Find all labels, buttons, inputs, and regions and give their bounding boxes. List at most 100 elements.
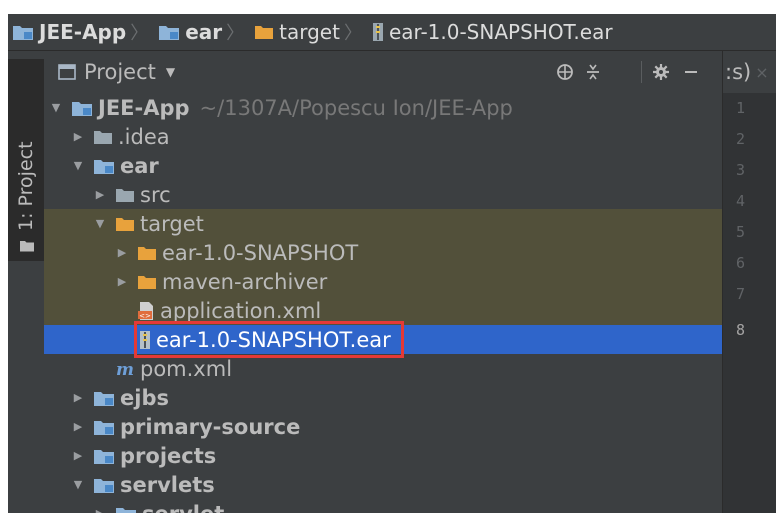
tree-row-application-xml[interactable]: ▶ <> application.xml bbox=[44, 296, 722, 325]
expanded-arrow-icon[interactable]: ▼ bbox=[71, 478, 85, 491]
tree-row-pom-xml[interactable]: ▶ m pom.xml bbox=[44, 354, 722, 383]
module-folder-icon bbox=[158, 23, 180, 41]
tree-item-label: .idea bbox=[118, 124, 170, 149]
tree-row-src[interactable]: ▶ src bbox=[44, 180, 722, 209]
tree-item-label: application.xml bbox=[160, 298, 322, 323]
expanded-arrow-icon[interactable]: ▼ bbox=[49, 101, 63, 114]
breadcrumb-label: JEE-App bbox=[39, 20, 127, 44]
tree-row-servlets[interactable]: ▼ servlets bbox=[44, 470, 722, 499]
collapsed-arrow-icon[interactable]: ▶ bbox=[71, 130, 85, 143]
tree-item-label: projects bbox=[120, 443, 217, 468]
tree-item-label: ear-1.0-SNAPSHOT.ear bbox=[156, 327, 391, 352]
breadcrumb-target[interactable]: target bbox=[250, 20, 340, 44]
breadcrumb-label: ear bbox=[185, 20, 223, 44]
project-panel-header: Project ▼ bbox=[44, 51, 722, 93]
expanded-arrow-icon[interactable]: ▼ bbox=[71, 159, 85, 172]
tree-row-ear-snapshot-folder[interactable]: ▶ ear-1.0-SNAPSHOT bbox=[44, 238, 722, 267]
navigation-bar: JEE-App 〉 ear 〉 target 〉 ear-1.0-SNAPSHO… bbox=[8, 14, 776, 51]
toolbar-divider bbox=[641, 61, 642, 83]
tree-row-primary-source[interactable]: ▶ primary-source bbox=[44, 412, 722, 441]
folder-icon bbox=[93, 129, 113, 145]
breadcrumb-label: ear-1.0-SNAPSHOT.ear bbox=[388, 20, 613, 44]
line-number: 5 bbox=[735, 223, 745, 241]
svg-text:m: m bbox=[116, 360, 134, 378]
tree-item-label: ejbs bbox=[120, 385, 169, 410]
module-folder-icon bbox=[93, 389, 115, 407]
collapsed-arrow-icon[interactable]: ▶ bbox=[115, 275, 129, 288]
project-panel: Project ▼ ▼ JEE-App ~/1307A/Popescu Ion/… bbox=[44, 51, 722, 513]
chevron-right-icon: 〉 bbox=[226, 23, 245, 44]
tree-item-label: maven-archiver bbox=[162, 269, 328, 294]
collapsed-arrow-icon[interactable]: ▶ bbox=[93, 188, 107, 201]
archive-icon bbox=[139, 330, 151, 350]
breadcrumb-jee-app[interactable]: JEE-App bbox=[8, 20, 126, 44]
view-selector[interactable]: Project bbox=[84, 60, 156, 84]
breadcrumb-ear[interactable]: ear bbox=[154, 20, 222, 44]
tree-item-label: pom.xml bbox=[140, 356, 233, 381]
module-folder-icon bbox=[12, 23, 34, 41]
excluded-folder-icon bbox=[137, 245, 157, 261]
tree-row-jee-app[interactable]: ▼ JEE-App ~/1307A/Popescu Ion/JEE-App bbox=[44, 93, 722, 122]
tree-item-label: JEE-App bbox=[98, 95, 190, 120]
collapsed-arrow-icon[interactable]: ▶ bbox=[71, 449, 85, 462]
tree-row-ejbs[interactable]: ▶ ejbs bbox=[44, 383, 722, 412]
module-folder-icon bbox=[93, 418, 115, 436]
breadcrumb-ear-file[interactable]: ear-1.0-SNAPSHOT.ear bbox=[368, 20, 613, 44]
module-folder-icon bbox=[93, 157, 115, 175]
collapsed-arrow-icon[interactable]: ▶ bbox=[93, 507, 107, 513]
tool-window-stripe: 1: Project bbox=[8, 51, 44, 513]
collapse-all-icon[interactable] bbox=[580, 59, 606, 85]
chevron-right-icon: 〉 bbox=[343, 23, 362, 44]
svg-text:<>: <> bbox=[139, 312, 151, 320]
tree-row-ear[interactable]: ▼ ear bbox=[44, 151, 722, 180]
annotation-highlight-box: ear-1.0-SNAPSHOT.ear bbox=[134, 321, 404, 358]
tree-row-ear-archive-selected[interactable]: ▶ ear-1.0-SNAPSHOT.ear bbox=[44, 321, 722, 358]
module-folder-icon bbox=[115, 505, 137, 513]
tree-row-idea[interactable]: ▶ .idea bbox=[44, 122, 722, 151]
project-tool-window-button[interactable]: 1: Project bbox=[8, 59, 44, 261]
module-folder-icon bbox=[93, 476, 115, 494]
line-number: 2 bbox=[735, 130, 745, 148]
line-number: 4 bbox=[735, 192, 745, 210]
tree-row-maven-archiver[interactable]: ▶ maven-archiver bbox=[44, 267, 722, 296]
tree-item-label: servlets bbox=[120, 472, 215, 497]
caret-down-icon[interactable]: ▼ bbox=[166, 65, 175, 79]
editor-tab[interactable]: :s) × bbox=[723, 51, 776, 93]
close-icon[interactable]: × bbox=[755, 63, 768, 82]
excluded-folder-icon bbox=[115, 216, 135, 232]
line-number: 6 bbox=[735, 254, 745, 272]
tree-row-projects[interactable]: ▶ projects bbox=[44, 441, 722, 470]
collapsed-arrow-icon[interactable]: ▶ bbox=[71, 420, 85, 433]
tree-item-label: ear-1.0-SNAPSHOT bbox=[162, 240, 359, 265]
tree-item-label: target bbox=[140, 211, 204, 236]
expanded-arrow-icon[interactable]: ▼ bbox=[93, 217, 107, 230]
tree-item-label: src bbox=[140, 182, 171, 207]
ide-window: JEE-App 〉 ear 〉 target 〉 ear-1.0-SNAPSHO… bbox=[0, 0, 776, 513]
gear-icon[interactable] bbox=[648, 59, 674, 85]
collapsed-arrow-icon[interactable]: ▶ bbox=[71, 391, 85, 404]
folder-icon bbox=[115, 187, 135, 203]
tree-item-label: primary-source bbox=[120, 414, 301, 439]
editor-tab-label: :s) bbox=[725, 60, 752, 84]
tree-row-servlet[interactable]: ▶ servlet bbox=[44, 499, 722, 513]
module-folder-icon bbox=[93, 447, 115, 465]
current-line-number: 8 bbox=[735, 321, 745, 339]
project-tool-window-label: 1: Project bbox=[15, 141, 37, 231]
archive-icon bbox=[372, 22, 384, 42]
line-number: 1 bbox=[735, 99, 745, 117]
project-view-icon bbox=[58, 64, 76, 80]
tree-item-label: ear bbox=[120, 153, 159, 178]
maven-icon: m bbox=[115, 360, 135, 378]
xml-file-icon: <> bbox=[137, 301, 155, 321]
tree-row-target[interactable]: ▼ target bbox=[44, 209, 722, 238]
line-number: 7 bbox=[735, 285, 745, 303]
line-number: 3 bbox=[735, 161, 745, 179]
excluded-folder-icon bbox=[137, 274, 157, 290]
collapsed-arrow-icon[interactable]: ▶ bbox=[115, 246, 129, 259]
module-folder-icon bbox=[71, 99, 93, 117]
module-path: ~/1307A/Popescu Ion/JEE-App bbox=[199, 95, 513, 120]
hide-icon[interactable] bbox=[678, 59, 704, 85]
locate-icon[interactable] bbox=[552, 59, 578, 85]
breadcrumb-label: target bbox=[279, 20, 340, 44]
tree-item-label: servlet bbox=[142, 502, 224, 513]
